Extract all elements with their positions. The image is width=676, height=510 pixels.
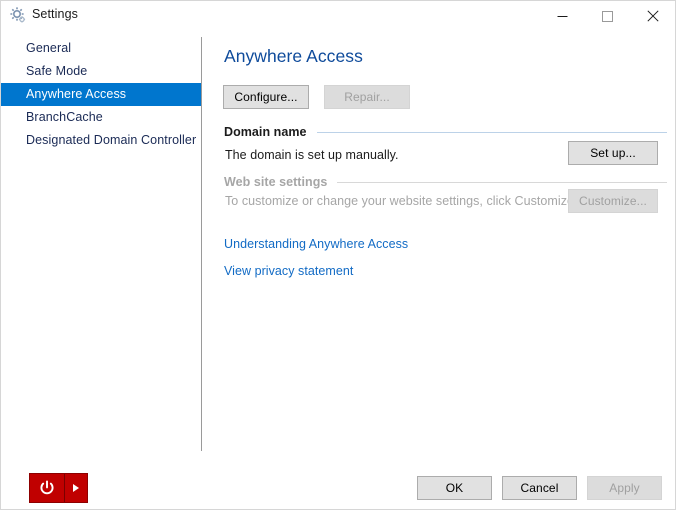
sidebar-item-label: BranchCache [26,110,103,124]
sidebar-item-label: Safe Mode [26,64,88,78]
settings-content-pane: Anywhere Access Configure... Repair... D… [202,37,675,451]
web-site-settings-description: To customize or change your website sett… [225,194,578,208]
page-title: Anywhere Access [224,46,363,66]
group-rule [316,131,667,133]
window-controls [540,1,675,31]
sidebar-item-general[interactable]: General [1,37,201,60]
configure-button[interactable]: Configure... [223,85,309,109]
sidebar-item-anywhere-access[interactable]: Anywhere Access [1,83,201,106]
sidebar-item-label: Designated Domain Controller [26,133,197,147]
power-split-button [29,473,88,503]
sidebar-item-label: Anywhere Access [26,87,127,101]
domain-name-group-header: Domain name [224,125,667,139]
web-site-settings-group-header: Web site settings [224,175,667,189]
maximize-button[interactable] [585,1,630,31]
group-rule [337,181,667,183]
view-privacy-statement-link[interactable]: View privacy statement [224,264,353,278]
close-icon [646,10,659,22]
sidebar-item-branchcache[interactable]: BranchCache [1,106,201,129]
ok-button[interactable]: OK [417,476,492,500]
title-bar: Settings [1,1,675,31]
repair-button: Repair... [324,85,410,109]
domain-name-description: The domain is set up manually. [225,148,399,162]
power-dropdown-button[interactable] [65,474,87,502]
settings-gear-icon [9,6,27,24]
group-label: Web site settings [224,175,328,189]
group-label: Domain name [224,125,307,139]
power-button[interactable] [30,474,65,502]
minimize-icon [557,15,568,17]
settings-navigation-sidebar: General Safe Mode Anywhere Access Branch… [1,37,201,451]
apply-button: Apply [587,476,662,500]
minimize-button[interactable] [540,1,585,31]
window-title: Settings [32,7,78,21]
set-up-button[interactable]: Set up... [568,141,658,165]
footer-action-buttons: OK Cancel Apply [417,476,662,500]
power-icon [40,480,54,495]
understanding-anywhere-access-link[interactable]: Understanding Anywhere Access [224,237,408,251]
maximize-icon [602,10,613,22]
dialog-footer: OK Cancel Apply [1,451,675,509]
sidebar-item-designated-domain-controller[interactable]: Designated Domain Controller [1,129,201,152]
customize-button: Customize... [568,189,658,213]
caret-right-icon [73,484,79,492]
close-button[interactable] [630,1,675,31]
cancel-button[interactable]: Cancel [502,476,577,500]
sidebar-item-label: General [26,41,72,55]
settings-window: Settings General Safe Mode Anywhere Acce… [0,0,676,510]
sidebar-item-safe-mode[interactable]: Safe Mode [1,60,201,83]
